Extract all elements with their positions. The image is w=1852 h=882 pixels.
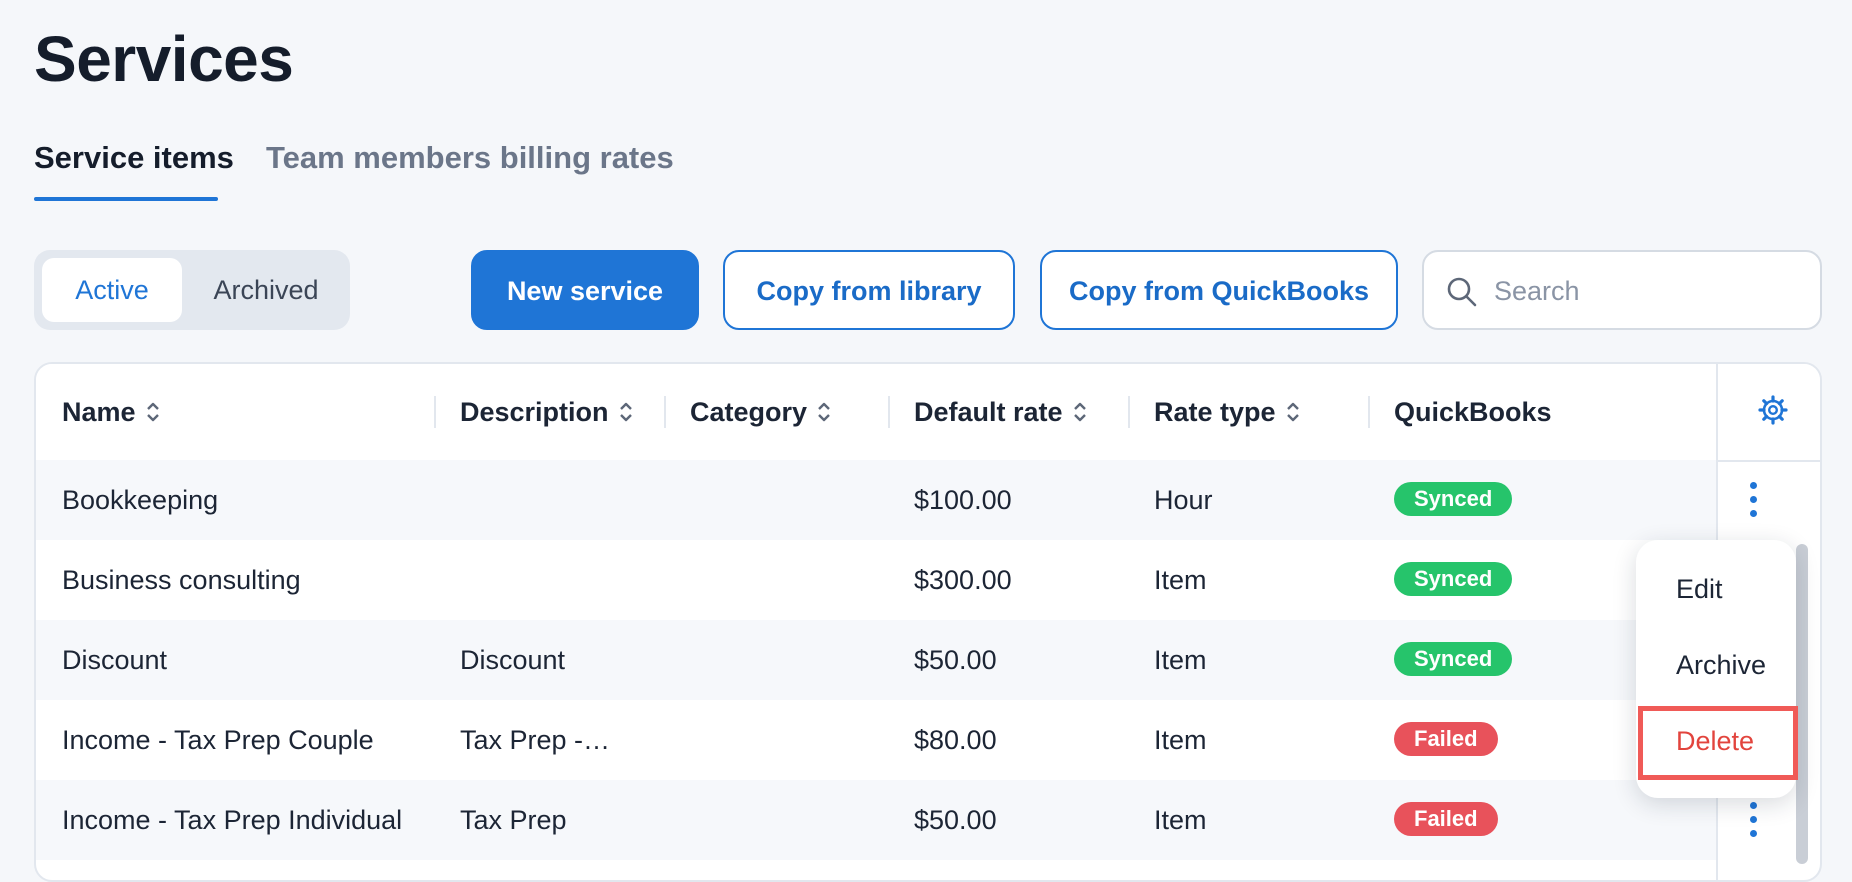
column-header-description[interactable]: Description (460, 364, 633, 460)
cell-name: Discount (62, 645, 168, 675)
tab-bar: Service items Team members billing rates (34, 140, 674, 204)
search-icon (1447, 277, 1477, 307)
table-header: Name Description Category Default rate R… (36, 364, 1820, 462)
status-badge: Synced (1394, 562, 1513, 596)
status-badge: Synced (1394, 642, 1513, 676)
column-header-quickbooks: QuickBooks (1394, 397, 1552, 427)
tab-service-items[interactable]: Service items (34, 140, 234, 176)
gear-icon[interactable] (1757, 394, 1789, 426)
row-actions-kebab-icon[interactable] (1738, 800, 1768, 840)
search-box (1422, 250, 1822, 330)
column-divider (434, 396, 436, 428)
status-badge: Synced (1394, 482, 1513, 516)
sort-icon (818, 402, 830, 422)
table-row[interactable]: Income - Tax Prep Individual Tax Prep $5… (36, 780, 1716, 860)
vertical-scrollbar[interactable] (1796, 544, 1808, 864)
filter-active-button[interactable]: Active (42, 258, 182, 322)
cell-default-rate: $300.00 (914, 565, 1012, 595)
column-label: Description (460, 397, 609, 427)
table-row[interactable]: Income - Tax Prep Couple Tax Prep -… $80… (36, 700, 1716, 780)
column-header-name[interactable]: Name (62, 364, 160, 460)
cell-rate-type: Item (1154, 645, 1207, 675)
copy-from-quickbooks-button[interactable]: Copy from QuickBooks (1040, 250, 1398, 330)
cell-rate-type: Item (1154, 805, 1207, 835)
cell-name: Income - Tax Prep Couple (62, 725, 374, 755)
new-service-button[interactable]: New service (471, 250, 699, 330)
cell-default-rate: $50.00 (914, 805, 997, 835)
column-divider (1128, 396, 1130, 428)
column-divider (1368, 396, 1370, 428)
cell-default-rate: $50.00 (914, 645, 997, 675)
column-divider (664, 396, 666, 428)
row-actions-kebab-icon[interactable] (1738, 480, 1768, 520)
cell-rate-type: Hour (1154, 485, 1213, 515)
status-filter-toggle: Active Archived (34, 250, 350, 330)
cell-name: Income - Tax Prep Individual (62, 805, 403, 835)
menu-item-edit[interactable]: Edit (1676, 574, 1723, 605)
column-header-rate-type[interactable]: Rate type (1154, 364, 1300, 460)
column-label: Category (690, 397, 808, 427)
cell-rate-type: Item (1154, 725, 1207, 755)
tab-team-members-billing-rates[interactable]: Team members billing rates (266, 140, 674, 176)
status-badge: Failed (1394, 722, 1498, 756)
sort-icon (146, 402, 159, 422)
menu-item-archive[interactable]: Archive (1676, 650, 1766, 681)
cell-rate-type: Item (1154, 565, 1207, 595)
services-table: Name Description Category Default rate R… (34, 362, 1822, 882)
column-label: Default rate (914, 397, 1063, 427)
status-badge: Failed (1394, 802, 1498, 836)
table-row[interactable]: Discount Discount $50.00 Item Synced (36, 620, 1716, 700)
search-input[interactable] (1492, 266, 1796, 316)
column-header-category[interactable]: Category (690, 364, 831, 460)
filter-archived-button[interactable]: Archived (190, 258, 342, 322)
cell-description: Tax Prep -… (460, 725, 611, 755)
copy-from-library-button[interactable]: Copy from library (723, 250, 1015, 330)
cell-name: Business consulting (62, 565, 301, 595)
cell-name: Bookkeeping (62, 485, 219, 515)
active-tab-indicator (34, 197, 218, 201)
table-row[interactable]: Bookkeeping $100.00 Hour Synced (36, 460, 1716, 540)
sort-icon (1286, 402, 1299, 422)
delete-highlight-box (1638, 706, 1798, 780)
cell-description: Discount (460, 645, 566, 675)
table-settings (1716, 364, 1820, 460)
column-header-default-rate[interactable]: Default rate (914, 364, 1087, 460)
page-title: Services (34, 23, 294, 95)
column-label: Rate type (1154, 397, 1276, 427)
cell-description: Tax Prep (460, 805, 567, 835)
sort-icon (1073, 402, 1086, 422)
sort-icon (619, 402, 632, 422)
table-row[interactable]: Business consulting $300.00 Item Synced (36, 540, 1716, 620)
cell-default-rate: $80.00 (914, 725, 997, 755)
column-divider (888, 396, 890, 428)
cell-default-rate: $100.00 (914, 485, 1012, 515)
column-label: Name (62, 397, 136, 427)
